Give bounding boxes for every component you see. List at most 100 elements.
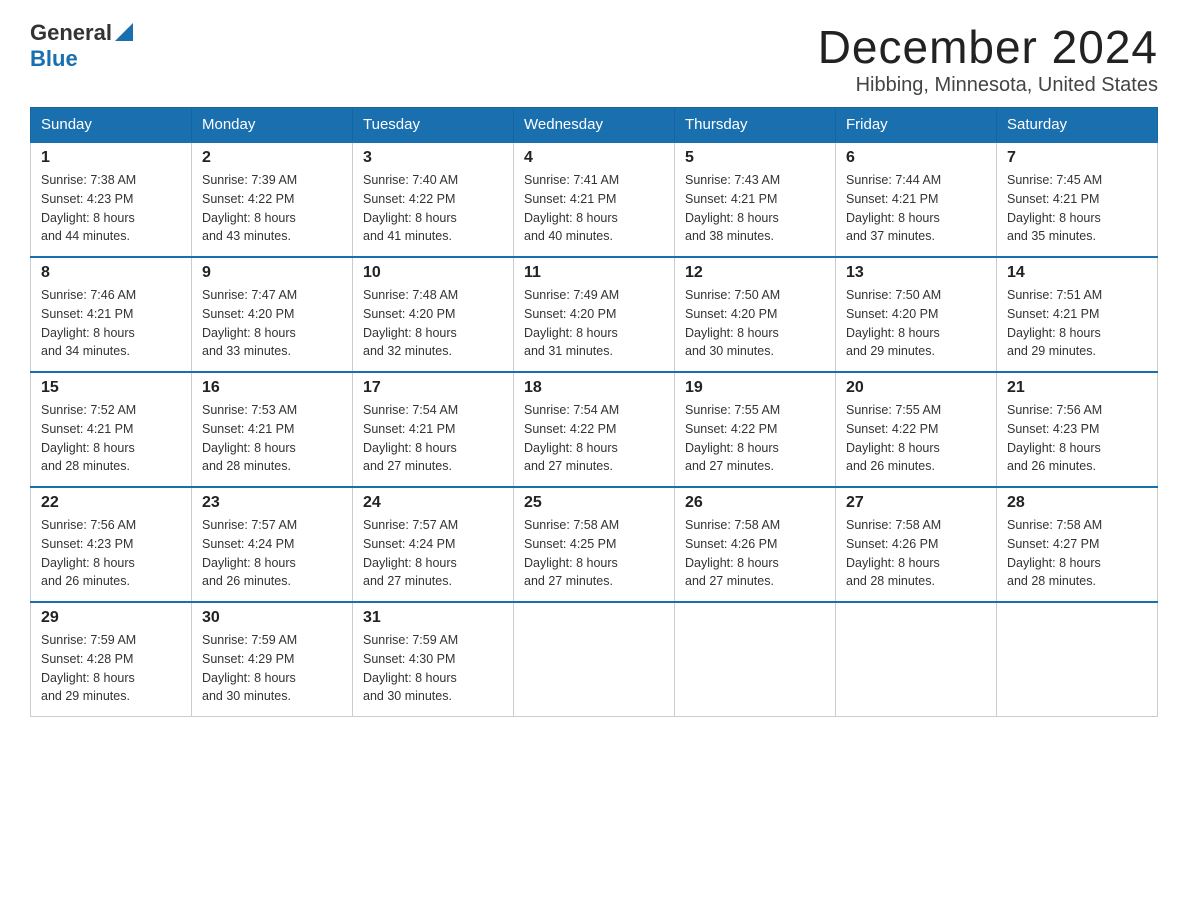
title-block: December 2024 Hibbing, Minnesota, United… (818, 20, 1158, 97)
calendar-week-5: 29 Sunrise: 7:59 AM Sunset: 4:28 PM Dayl… (31, 602, 1158, 717)
calendar-cell: 22 Sunrise: 7:56 AM Sunset: 4:23 PM Dayl… (31, 487, 192, 602)
day-info: Sunrise: 7:54 AM Sunset: 4:22 PM Dayligh… (524, 401, 664, 476)
calendar-cell: 16 Sunrise: 7:53 AM Sunset: 4:21 PM Dayl… (192, 372, 353, 487)
calendar-cell: 30 Sunrise: 7:59 AM Sunset: 4:29 PM Dayl… (192, 602, 353, 717)
calendar-cell (675, 602, 836, 717)
calendar-cell: 26 Sunrise: 7:58 AM Sunset: 4:26 PM Dayl… (675, 487, 836, 602)
calendar-cell: 29 Sunrise: 7:59 AM Sunset: 4:28 PM Dayl… (31, 602, 192, 717)
day-number: 1 (41, 149, 181, 167)
day-number: 21 (1007, 379, 1147, 397)
day-info: Sunrise: 7:39 AM Sunset: 4:22 PM Dayligh… (202, 171, 342, 246)
calendar-cell: 14 Sunrise: 7:51 AM Sunset: 4:21 PM Dayl… (997, 257, 1158, 372)
calendar-cell: 13 Sunrise: 7:50 AM Sunset: 4:20 PM Dayl… (836, 257, 997, 372)
day-number: 19 (685, 379, 825, 397)
calendar-cell: 18 Sunrise: 7:54 AM Sunset: 4:22 PM Dayl… (514, 372, 675, 487)
calendar-cell: 3 Sunrise: 7:40 AM Sunset: 4:22 PM Dayli… (353, 142, 514, 257)
day-number: 16 (202, 379, 342, 397)
day-info: Sunrise: 7:44 AM Sunset: 4:21 PM Dayligh… (846, 171, 986, 246)
calendar-cell (997, 602, 1158, 717)
header-thursday: Thursday (675, 108, 836, 143)
day-number: 28 (1007, 494, 1147, 512)
day-info: Sunrise: 7:54 AM Sunset: 4:21 PM Dayligh… (363, 401, 503, 476)
calendar-cell: 11 Sunrise: 7:49 AM Sunset: 4:20 PM Dayl… (514, 257, 675, 372)
day-info: Sunrise: 7:47 AM Sunset: 4:20 PM Dayligh… (202, 286, 342, 361)
day-info: Sunrise: 7:38 AM Sunset: 4:23 PM Dayligh… (41, 171, 181, 246)
day-number: 29 (41, 609, 181, 627)
day-number: 10 (363, 264, 503, 282)
day-info: Sunrise: 7:53 AM Sunset: 4:21 PM Dayligh… (202, 401, 342, 476)
header-friday: Friday (836, 108, 997, 143)
page-header: General Blue December 2024 Hibbing, Minn… (30, 20, 1158, 97)
day-number: 20 (846, 379, 986, 397)
day-info: Sunrise: 7:52 AM Sunset: 4:21 PM Dayligh… (41, 401, 181, 476)
day-number: 4 (524, 149, 664, 167)
calendar-cell: 19 Sunrise: 7:55 AM Sunset: 4:22 PM Dayl… (675, 372, 836, 487)
day-info: Sunrise: 7:58 AM Sunset: 4:26 PM Dayligh… (846, 516, 986, 591)
day-number: 7 (1007, 149, 1147, 167)
day-info: Sunrise: 7:55 AM Sunset: 4:22 PM Dayligh… (846, 401, 986, 476)
day-info: Sunrise: 7:56 AM Sunset: 4:23 PM Dayligh… (41, 516, 181, 591)
calendar-cell: 28 Sunrise: 7:58 AM Sunset: 4:27 PM Dayl… (997, 487, 1158, 602)
logo: General Blue (30, 20, 133, 72)
day-number: 26 (685, 494, 825, 512)
calendar-week-4: 22 Sunrise: 7:56 AM Sunset: 4:23 PM Dayl… (31, 487, 1158, 602)
calendar-cell: 12 Sunrise: 7:50 AM Sunset: 4:20 PM Dayl… (675, 257, 836, 372)
logo-text-general: General (30, 20, 112, 46)
calendar-cell (836, 602, 997, 717)
logo-triangle-icon (115, 23, 133, 41)
day-info: Sunrise: 7:58 AM Sunset: 4:25 PM Dayligh… (524, 516, 664, 591)
day-info: Sunrise: 7:57 AM Sunset: 4:24 PM Dayligh… (202, 516, 342, 591)
calendar-week-1: 1 Sunrise: 7:38 AM Sunset: 4:23 PM Dayli… (31, 142, 1158, 257)
calendar-cell: 20 Sunrise: 7:55 AM Sunset: 4:22 PM Dayl… (836, 372, 997, 487)
day-number: 8 (41, 264, 181, 282)
day-number: 3 (363, 149, 503, 167)
day-number: 14 (1007, 264, 1147, 282)
calendar-cell: 15 Sunrise: 7:52 AM Sunset: 4:21 PM Dayl… (31, 372, 192, 487)
day-info: Sunrise: 7:51 AM Sunset: 4:21 PM Dayligh… (1007, 286, 1147, 361)
calendar-week-2: 8 Sunrise: 7:46 AM Sunset: 4:21 PM Dayli… (31, 257, 1158, 372)
calendar-cell: 5 Sunrise: 7:43 AM Sunset: 4:21 PM Dayli… (675, 142, 836, 257)
day-info: Sunrise: 7:45 AM Sunset: 4:21 PM Dayligh… (1007, 171, 1147, 246)
day-info: Sunrise: 7:50 AM Sunset: 4:20 PM Dayligh… (685, 286, 825, 361)
day-number: 22 (41, 494, 181, 512)
calendar-cell: 17 Sunrise: 7:54 AM Sunset: 4:21 PM Dayl… (353, 372, 514, 487)
calendar-cell: 9 Sunrise: 7:47 AM Sunset: 4:20 PM Dayli… (192, 257, 353, 372)
calendar-table: Sunday Monday Tuesday Wednesday Thursday… (30, 107, 1158, 717)
day-number: 9 (202, 264, 342, 282)
header-sunday: Sunday (31, 108, 192, 143)
calendar-cell: 1 Sunrise: 7:38 AM Sunset: 4:23 PM Dayli… (31, 142, 192, 257)
header-saturday: Saturday (997, 108, 1158, 143)
day-info: Sunrise: 7:59 AM Sunset: 4:30 PM Dayligh… (363, 631, 503, 706)
day-info: Sunrise: 7:56 AM Sunset: 4:23 PM Dayligh… (1007, 401, 1147, 476)
calendar-cell: 8 Sunrise: 7:46 AM Sunset: 4:21 PM Dayli… (31, 257, 192, 372)
header-monday: Monday (192, 108, 353, 143)
calendar-week-3: 15 Sunrise: 7:52 AM Sunset: 4:21 PM Dayl… (31, 372, 1158, 487)
calendar-cell: 6 Sunrise: 7:44 AM Sunset: 4:21 PM Dayli… (836, 142, 997, 257)
page-subtitle: Hibbing, Minnesota, United States (818, 74, 1158, 97)
day-info: Sunrise: 7:58 AM Sunset: 4:26 PM Dayligh… (685, 516, 825, 591)
day-number: 31 (363, 609, 503, 627)
day-info: Sunrise: 7:55 AM Sunset: 4:22 PM Dayligh… (685, 401, 825, 476)
day-number: 24 (363, 494, 503, 512)
day-info: Sunrise: 7:50 AM Sunset: 4:20 PM Dayligh… (846, 286, 986, 361)
day-number: 15 (41, 379, 181, 397)
day-number: 13 (846, 264, 986, 282)
calendar-cell: 21 Sunrise: 7:56 AM Sunset: 4:23 PM Dayl… (997, 372, 1158, 487)
day-info: Sunrise: 7:59 AM Sunset: 4:29 PM Dayligh… (202, 631, 342, 706)
day-number: 23 (202, 494, 342, 512)
calendar-header-row: Sunday Monday Tuesday Wednesday Thursday… (31, 108, 1158, 143)
header-wednesday: Wednesday (514, 108, 675, 143)
day-info: Sunrise: 7:49 AM Sunset: 4:20 PM Dayligh… (524, 286, 664, 361)
page-title: December 2024 (818, 20, 1158, 74)
calendar-cell: 10 Sunrise: 7:48 AM Sunset: 4:20 PM Dayl… (353, 257, 514, 372)
day-number: 30 (202, 609, 342, 627)
calendar-cell: 23 Sunrise: 7:57 AM Sunset: 4:24 PM Dayl… (192, 487, 353, 602)
day-number: 5 (685, 149, 825, 167)
day-info: Sunrise: 7:41 AM Sunset: 4:21 PM Dayligh… (524, 171, 664, 246)
day-info: Sunrise: 7:43 AM Sunset: 4:21 PM Dayligh… (685, 171, 825, 246)
calendar-cell: 31 Sunrise: 7:59 AM Sunset: 4:30 PM Dayl… (353, 602, 514, 717)
day-info: Sunrise: 7:57 AM Sunset: 4:24 PM Dayligh… (363, 516, 503, 591)
day-number: 12 (685, 264, 825, 282)
header-tuesday: Tuesday (353, 108, 514, 143)
day-info: Sunrise: 7:46 AM Sunset: 4:21 PM Dayligh… (41, 286, 181, 361)
